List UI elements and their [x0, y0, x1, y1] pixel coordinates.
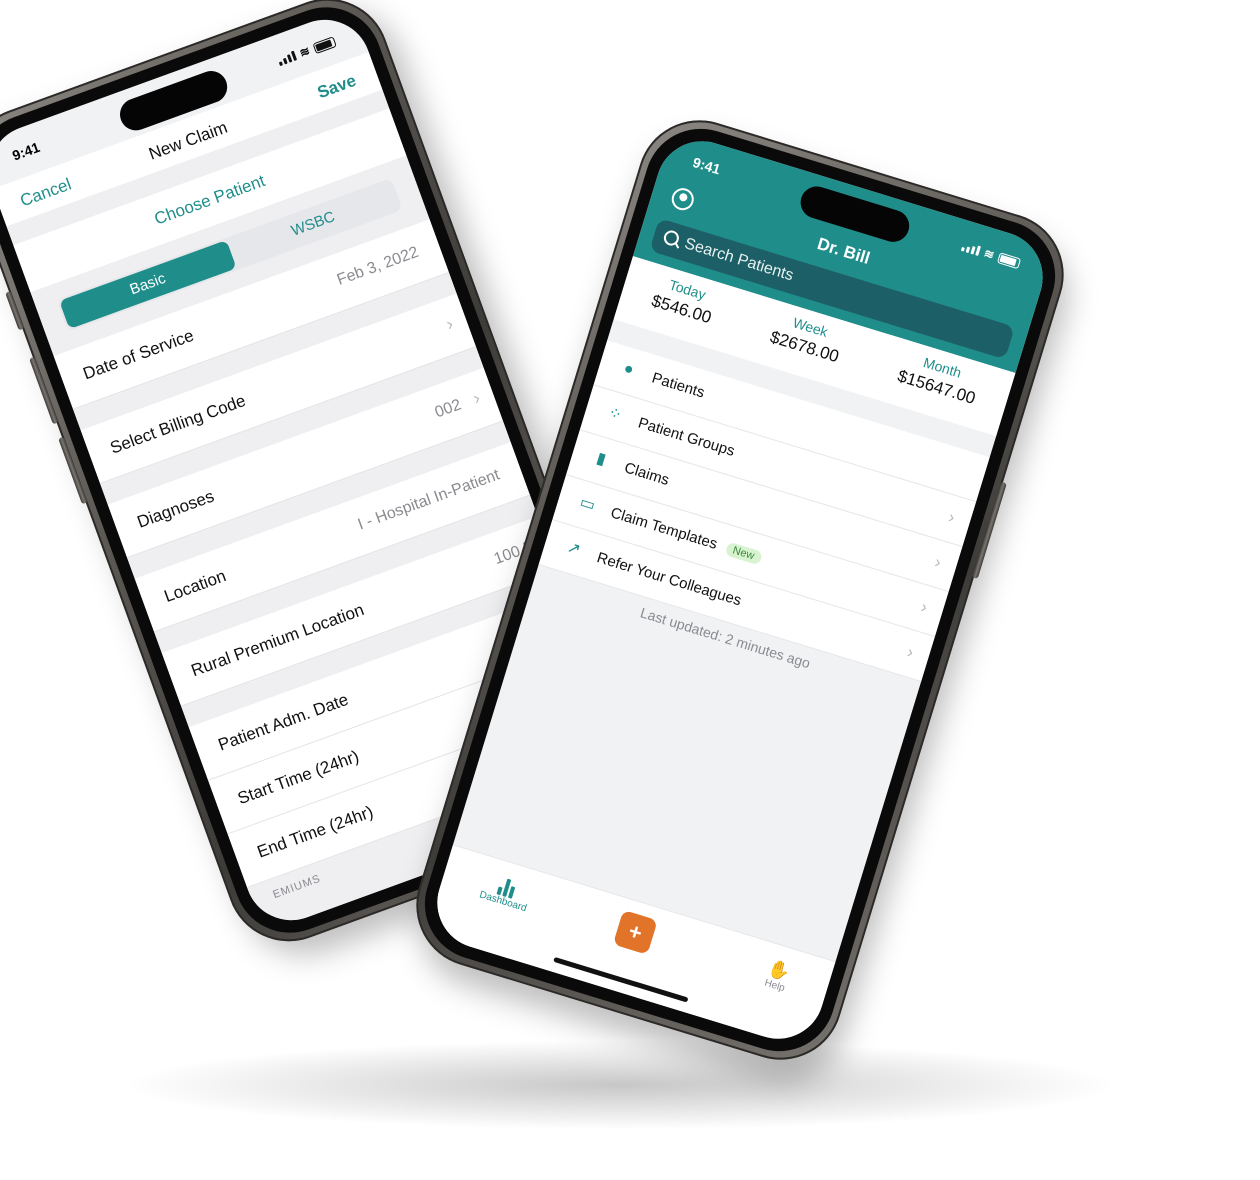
person-icon: ●: [621, 359, 636, 379]
wifi-icon: ≋: [297, 43, 312, 61]
wifi-icon: ≋: [982, 245, 996, 263]
chevron-right-icon: ›: [470, 387, 483, 409]
new-badge: New: [724, 541, 763, 566]
tab-help[interactable]: ✋ Help: [762, 957, 793, 994]
row-label: Location: [161, 566, 229, 607]
save-button[interactable]: Save: [315, 71, 359, 103]
battery-icon: [312, 35, 337, 54]
menu-item-label: Claims: [622, 459, 672, 489]
row-value: 002: [432, 396, 464, 422]
signal-icon: [960, 241, 981, 256]
chevron-right-icon: ›: [918, 597, 930, 618]
tab-bar: Dashboard + ✋ Help: [425, 844, 836, 1051]
menu-item-label: Patients: [649, 369, 707, 402]
group-icon: ⁘: [606, 404, 624, 425]
row-value: Feb 3, 2022: [334, 243, 421, 289]
chevron-right-icon: ›: [946, 507, 958, 528]
share-icon: ↗: [564, 539, 583, 560]
chevron-right-icon: ›: [932, 552, 944, 573]
battery-icon: [997, 251, 1022, 269]
floor-shadow: [120, 1040, 1120, 1130]
tab-dashboard[interactable]: Dashboard: [478, 870, 534, 914]
row-label: Diagnoses: [134, 486, 217, 532]
search-icon: [662, 228, 681, 248]
chevron-right-icon: ›: [904, 642, 916, 662]
chevron-right-icon: ›: [443, 313, 456, 335]
signal-icon: [277, 50, 298, 67]
document-icon: ▮: [594, 449, 608, 469]
plus-icon[interactable]: +: [612, 909, 658, 955]
folder-icon: ▭: [577, 493, 598, 515]
status-time: 9:41: [10, 138, 42, 164]
section-header: EMIUMS: [271, 872, 323, 902]
status-time: 9:41: [690, 153, 723, 178]
